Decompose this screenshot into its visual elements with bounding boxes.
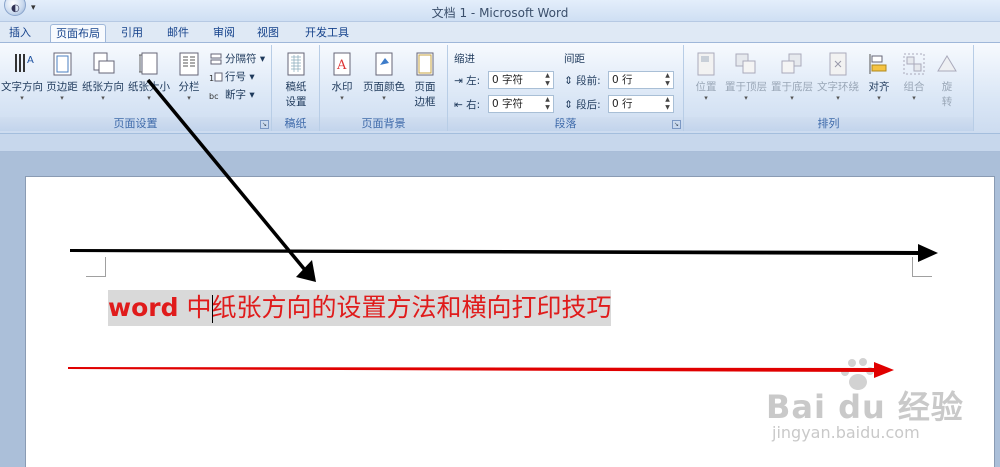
black-horizontal-arrow — [70, 249, 920, 255]
diagonal-arrow — [146, 78, 307, 272]
black-arrowhead — [918, 244, 938, 262]
red-horizontal-arrow — [68, 367, 876, 372]
red-arrowhead — [874, 362, 894, 378]
annotation-arrows — [68, 78, 938, 378]
